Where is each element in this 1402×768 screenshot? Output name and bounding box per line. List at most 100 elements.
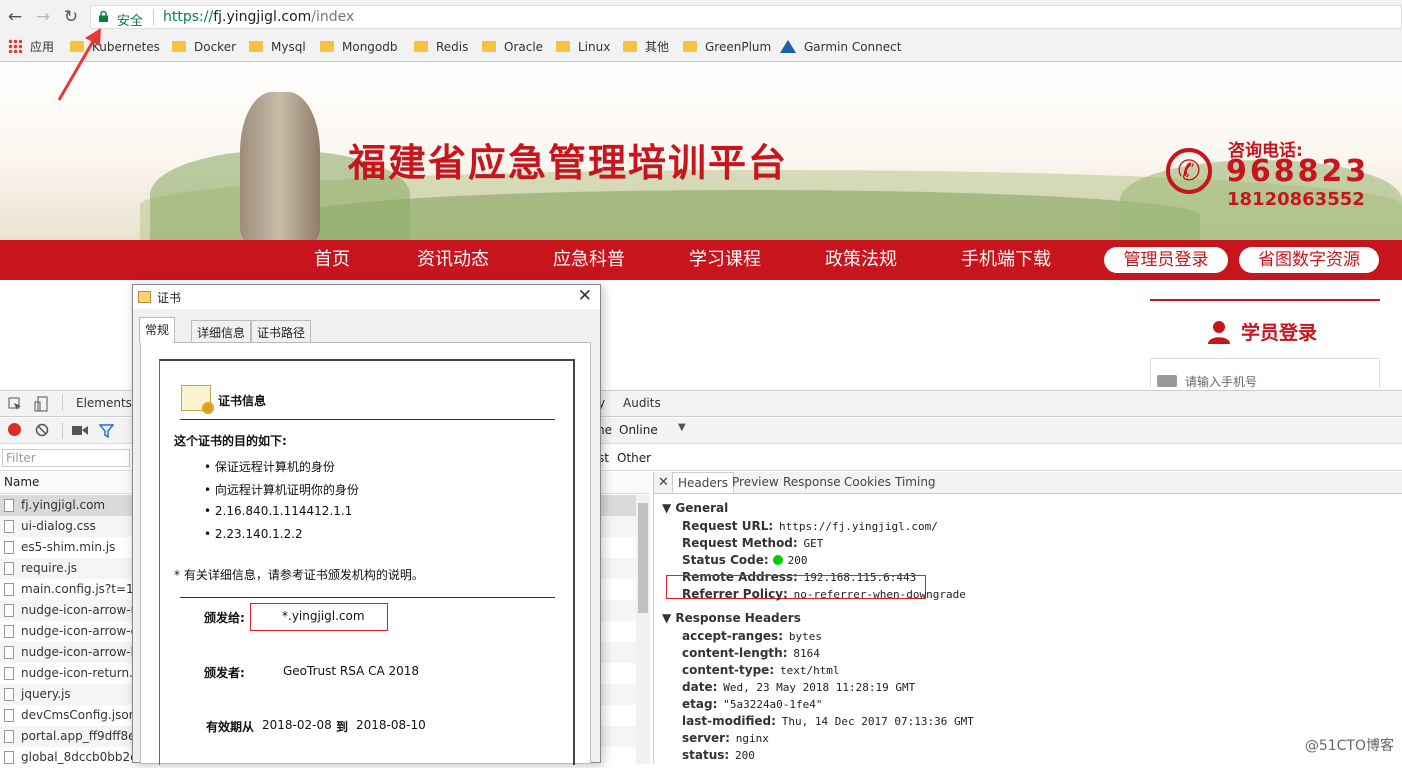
- file-icon: [4, 625, 14, 638]
- header-key: status:: [682, 748, 730, 762]
- phone-number-long: 18120863552: [1227, 189, 1365, 210]
- detail-tab-cookies[interactable]: Cookies: [844, 475, 891, 489]
- phone-placeholder: 请输入手机号: [1185, 375, 1258, 389]
- bookmark-garmin[interactable]: Garmin Connect: [780, 38, 901, 56]
- bookmark-label: Mongodb: [342, 40, 398, 54]
- nav-science[interactable]: 应急科普: [553, 240, 625, 280]
- close-icon[interactable]: ✕: [658, 475, 669, 490]
- url-text[interactable]: https://fj.yingjigl.com/index: [163, 9, 354, 25]
- general-section-title: General: [675, 501, 729, 515]
- record-icon[interactable]: [8, 423, 21, 436]
- bookmark-label: Redis: [436, 40, 469, 54]
- certificate-info-box: 证书信息 这个证书的目的如下: • 保证远程计算机的身份 • 向远程计算机证明你…: [159, 359, 575, 765]
- general-section-toggle[interactable]: ▼ General: [662, 501, 728, 515]
- divider: [180, 419, 555, 420]
- request-name: global_8dccb0bb2c.js: [21, 750, 151, 764]
- filter-icon[interactable]: [99, 424, 114, 438]
- purpose-item: • 向远程计算机证明你的身份: [204, 483, 359, 497]
- tab-general[interactable]: 常规: [139, 317, 176, 343]
- apps-grid-icon: [8, 39, 22, 53]
- bookmark-redis[interactable]: Redis: [414, 38, 468, 56]
- bookmark-docker[interactable]: Docker: [172, 38, 236, 56]
- nav-mobile-download[interactable]: 手机端下载: [961, 240, 1051, 280]
- banner-rock-image: [240, 92, 320, 240]
- detail-tab-preview[interactable]: Preview: [732, 475, 779, 489]
- filter-input[interactable]: Filter: [2, 449, 130, 467]
- nav-news[interactable]: 资讯动态: [417, 240, 489, 280]
- bookmark-linux[interactable]: Linux: [556, 38, 610, 56]
- header-value: 8164: [793, 647, 820, 660]
- camera-icon[interactable]: [72, 425, 88, 436]
- response-headers-toggle[interactable]: ▼ Response Headers: [662, 611, 801, 625]
- clear-icon[interactable]: [35, 423, 49, 437]
- tab-details[interactable]: 详细信息: [191, 320, 252, 342]
- phone-icon: ✆: [1166, 148, 1212, 194]
- forward-icon[interactable]: →: [32, 6, 54, 28]
- header-row: etag: "5a3224a0-1fe4": [682, 697, 823, 711]
- header-row: date: Wed, 23 May 2018 11:28:19 GMT: [682, 680, 915, 694]
- filter-type-other[interactable]: Other: [617, 451, 651, 465]
- bookmark-other[interactable]: 其他: [623, 38, 669, 56]
- certificate-info-title: 证书信息: [218, 394, 267, 408]
- header-value: Wed, 23 May 2018 11:28:19 GMT: [723, 681, 916, 694]
- nav-home[interactable]: 首页: [314, 240, 350, 280]
- request-list-scrollbar[interactable]: [636, 495, 650, 764]
- request-name: require.js: [21, 561, 78, 575]
- tab-cert-path[interactable]: 证书路径: [251, 320, 312, 342]
- nav-courses[interactable]: 学习课程: [689, 240, 761, 280]
- folder-icon: [623, 41, 637, 52]
- tab-elements[interactable]: Elements: [76, 396, 132, 410]
- bookmark-label: Garmin Connect: [804, 40, 902, 54]
- secure-label: 安全: [117, 14, 144, 29]
- throttle-select[interactable]: Online: [619, 423, 658, 437]
- chevron-down-icon[interactable]: ▼: [678, 422, 686, 433]
- header-row: Request URL: https://fj.yingjigl.com/: [682, 519, 938, 533]
- detail-tab-response[interactable]: Response: [783, 475, 841, 489]
- file-icon: [4, 667, 14, 680]
- device-toggle-icon[interactable]: [34, 396, 48, 412]
- dialog-title: 证书: [157, 291, 182, 305]
- reload-icon[interactable]: ↻: [60, 6, 82, 28]
- bookmark-label: Linux: [578, 40, 611, 54]
- issued-by-label: 颁发者:: [204, 666, 245, 680]
- header-value: 200: [735, 749, 755, 762]
- certificate-small-icon: [138, 291, 151, 303]
- header-key: content-type:: [682, 663, 775, 677]
- header-value: GET: [803, 537, 824, 550]
- bookmark-oracle[interactable]: Oracle: [482, 38, 543, 56]
- folder-icon: [683, 41, 697, 52]
- inspect-icon[interactable]: [8, 397, 22, 411]
- detail-tab-headers[interactable]: Headers: [672, 472, 734, 493]
- lock-icon[interactable]: [99, 11, 108, 22]
- bookmark-apps[interactable]: 应用: [8, 38, 54, 56]
- digital-resources-button[interactable]: 省图数字资源: [1239, 247, 1379, 273]
- header-row: content-type: text/html: [682, 663, 840, 677]
- header-key: content-length:: [682, 646, 788, 660]
- bookmark-greenplum[interactable]: GreenPlum: [683, 38, 771, 56]
- back-icon[interactable]: ←: [4, 6, 26, 28]
- detail-tab-timing[interactable]: Timing: [895, 475, 936, 489]
- bookmarks-bar: 应用 Kubernetes Docker Mysql Mongodb Redis…: [0, 36, 1402, 58]
- bookmark-label: GreenPlum: [705, 40, 772, 54]
- purpose-item: • 保证远程计算机的身份: [204, 460, 335, 474]
- garmin-icon: [780, 40, 796, 53]
- header-value: bytes: [788, 630, 822, 643]
- address-separator: [153, 9, 154, 25]
- bookmark-mysql[interactable]: Mysql: [249, 38, 306, 56]
- dialog-titlebar: 证书 ✕: [133, 285, 600, 309]
- request-name: devCmsConfig.json?c: [21, 708, 150, 722]
- toolbar-divider: [62, 423, 63, 439]
- phone-input[interactable]: 请输入手机号: [1150, 358, 1380, 389]
- admin-login-button[interactable]: 管理员登录: [1104, 247, 1228, 273]
- header-value: text/html: [779, 664, 840, 677]
- header-key: etag:: [682, 697, 718, 711]
- bookmark-mongodb[interactable]: Mongodb: [320, 38, 398, 56]
- tab-audits[interactable]: Audits: [623, 396, 661, 410]
- certificate-dialog: 证书 ✕ 常规 详细信息 证书路径 证书信息 这个证书的目的如下: • 保证远程…: [132, 284, 601, 765]
- address-bar[interactable]: 安全 https://fj.yingjigl.com/index: [90, 5, 1402, 29]
- close-icon[interactable]: ✕: [578, 286, 592, 306]
- purpose-item: • 2.16.840.1.114412.1.1: [204, 504, 353, 518]
- file-icon: [4, 562, 14, 575]
- nav-policy[interactable]: 政策法规: [825, 240, 897, 280]
- scrollbar-thumb[interactable]: [638, 503, 648, 613]
